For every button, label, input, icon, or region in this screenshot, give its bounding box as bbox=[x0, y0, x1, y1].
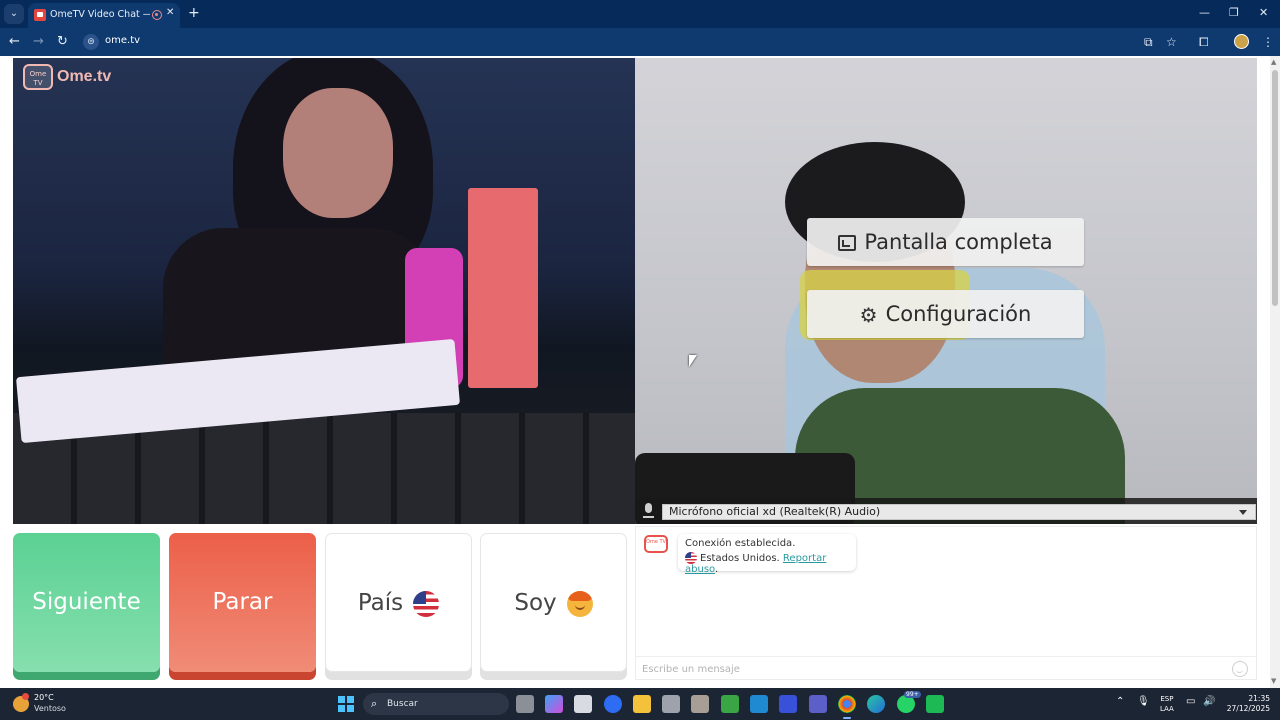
address-bar[interactable]: ome.tv bbox=[105, 35, 140, 46]
search-icon: ⌕ bbox=[371, 697, 378, 710]
fullscreen-label: Pantalla completa bbox=[864, 230, 1053, 254]
connection-status-text: Conexión establecida. bbox=[685, 538, 796, 549]
windows-start-icon[interactable] bbox=[338, 696, 354, 712]
scroll-down-icon[interactable]: ▼ bbox=[1271, 677, 1276, 685]
reload-icon[interactable]: ↻ bbox=[57, 34, 68, 50]
microphone-select[interactable]: Micrófono oficial xd (Realtek(R) Audio) bbox=[662, 504, 1256, 520]
microphone-bar: Micrófono oficial xd (Realtek(R) Audio) bbox=[635, 498, 1257, 524]
microsoft-store-icon[interactable] bbox=[574, 695, 592, 713]
system-message: Conexión establecida. Estados Unidos. Re… bbox=[678, 534, 856, 575]
partner-country-line: Estados Unidos. Reportar abuso. bbox=[685, 552, 849, 575]
clock-date: 27/12/2025 bbox=[1226, 704, 1270, 713]
country-button-label: País bbox=[357, 590, 404, 616]
profile-avatar[interactable] bbox=[1234, 34, 1249, 49]
window-restore-button[interactable]: ❐ bbox=[1229, 6, 1239, 19]
chrome-icon[interactable] bbox=[838, 695, 856, 719]
settings-label: Configuración bbox=[885, 302, 1032, 326]
forward-arrow-icon[interactable]: → bbox=[33, 34, 44, 50]
tab-search-button[interactable]: ⌄ bbox=[4, 4, 24, 24]
gear-icon: ⚙ bbox=[859, 303, 878, 327]
clock-time: 21:35 bbox=[1248, 694, 1270, 703]
teams-icon[interactable] bbox=[809, 695, 827, 713]
menu-kebab-icon[interactable]: ⋮ bbox=[1262, 34, 1274, 50]
app-icon-3[interactable] bbox=[779, 695, 797, 713]
volume-icon[interactable]: 🔊 bbox=[1203, 696, 1215, 707]
microphone-select-value: Micrófono oficial xd (Realtek(R) Audio) bbox=[669, 505, 881, 518]
country-button[interactable]: País bbox=[325, 533, 472, 672]
zoom-icon[interactable] bbox=[604, 695, 622, 713]
dropdown-caret-icon bbox=[1239, 510, 1247, 515]
fullscreen-icon bbox=[838, 235, 857, 251]
mouse-cursor-icon bbox=[689, 355, 697, 367]
keyboard-layout: LAA bbox=[1160, 705, 1174, 713]
scroll-up-icon[interactable]: ▲ bbox=[1271, 58, 1276, 66]
tab-close-button[interactable]: ✕ bbox=[166, 7, 174, 18]
cast-icon[interactable]: ⧉ bbox=[1144, 34, 1153, 50]
edge-icon[interactable] bbox=[867, 695, 885, 713]
next-button-label: Siguiente bbox=[32, 589, 141, 615]
emoji-icon[interactable] bbox=[1232, 661, 1248, 677]
browser-tab-bar: ⌄ OmeTV Video Chat — Omegle ✕ + — ❐ ✕ bbox=[0, 0, 1280, 28]
ometv-favicon-icon bbox=[34, 9, 46, 21]
app-icon-4[interactable] bbox=[926, 695, 944, 713]
network-icon[interactable]: ▭ bbox=[1186, 696, 1195, 707]
chat-message-input[interactable] bbox=[642, 661, 1222, 677]
tray-chevron-icon[interactable]: ⌃ bbox=[1116, 696, 1124, 707]
input-language[interactable]: ESP LAA bbox=[1160, 694, 1174, 714]
weather-alert-badge bbox=[22, 693, 29, 700]
ometv-logo-text: Ome.tv bbox=[57, 68, 112, 85]
report-suffix: . bbox=[714, 564, 719, 575]
app-icon-1[interactable] bbox=[662, 695, 680, 713]
browser-tab-active[interactable]: OmeTV Video Chat — Omegle ✕ bbox=[28, 3, 180, 28]
perfume-box-image bbox=[468, 188, 538, 388]
vscode-icon[interactable] bbox=[750, 695, 768, 713]
app-icon-2[interactable] bbox=[691, 695, 709, 713]
page-scrollbar[interactable]: ▲ ▼ bbox=[1270, 56, 1280, 688]
file-explorer-icon[interactable] bbox=[633, 695, 651, 713]
weather-temperature[interactable]: 20°C bbox=[34, 693, 54, 702]
settings-button[interactable]: ⚙ Configuración bbox=[807, 290, 1084, 338]
gender-button-label: Soy bbox=[514, 590, 557, 616]
partner-country-text: Estados Unidos. bbox=[700, 553, 780, 564]
fullscreen-button[interactable]: Pantalla completa bbox=[807, 218, 1084, 266]
local-video: Pantalla completa ⚙ Configuración bbox=[635, 58, 1257, 524]
taskbar-search-label: Buscar bbox=[387, 699, 418, 709]
stop-button-label: Parar bbox=[212, 589, 273, 615]
copilot-icon[interactable] bbox=[545, 695, 563, 713]
weather-condition[interactable]: Ventoso bbox=[34, 704, 66, 713]
ometv-chat-logo-icon: Ome TV bbox=[644, 535, 668, 553]
site-info-icon[interactable]: ⊜ bbox=[83, 34, 99, 50]
window-close-button[interactable]: ✕ bbox=[1259, 6, 1268, 19]
language-code: ESP bbox=[1160, 695, 1174, 703]
scrollbar-thumb[interactable] bbox=[1272, 70, 1278, 306]
us-flag-icon bbox=[413, 590, 440, 617]
extensions-icon[interactable]: ⧠ bbox=[1199, 34, 1209, 50]
chat-input-area bbox=[636, 656, 1256, 680]
tab-title: OmeTV Video Chat — Omegle bbox=[50, 9, 150, 20]
back-arrow-icon[interactable]: ← bbox=[9, 34, 20, 50]
tray-microphone-icon[interactable]: 🎙 bbox=[1137, 696, 1150, 707]
notification-count-badge: 99+ bbox=[904, 691, 921, 698]
remote-video: Ome TV Ome.tv bbox=[13, 58, 635, 524]
gender-button[interactable]: Soy bbox=[480, 533, 627, 672]
microphone-icon bbox=[643, 503, 654, 519]
boy-emoji-icon bbox=[566, 590, 593, 617]
windows-taskbar: 20°C Ventoso ⌕ Buscar 99+ ⌃ 🎙 ESP LAA ▭ … bbox=[0, 688, 1280, 720]
ometv-logo[interactable]: Ome TV Ome.tv bbox=[23, 64, 115, 90]
us-flag-icon bbox=[685, 552, 697, 564]
bookmark-star-icon[interactable]: ☆ bbox=[1166, 34, 1177, 50]
task-view-icon[interactable] bbox=[516, 695, 534, 713]
chat-panel: Ome TV Conexión establecida. Estados Uni… bbox=[635, 526, 1257, 680]
window-minimize-button[interactable]: — bbox=[1199, 6, 1210, 19]
ometv-tv-icon: Ome TV bbox=[23, 64, 53, 90]
next-button[interactable]: Siguiente bbox=[13, 533, 160, 672]
person-face-image bbox=[283, 88, 393, 218]
minecraft-icon[interactable] bbox=[721, 695, 739, 713]
taskbar-search[interactable]: ⌕ Buscar bbox=[363, 693, 509, 715]
browser-toolbar: ← → ↻ ⊜ ome.tv ⧉ ☆ ⧠ ⋮ bbox=[0, 28, 1280, 56]
new-tab-button[interactable]: + bbox=[188, 5, 200, 21]
recording-indicator-icon bbox=[152, 10, 162, 20]
stop-button[interactable]: Parar bbox=[169, 533, 316, 672]
taskbar-clock[interactable]: 21:35 27/12/2025 bbox=[1226, 694, 1270, 714]
